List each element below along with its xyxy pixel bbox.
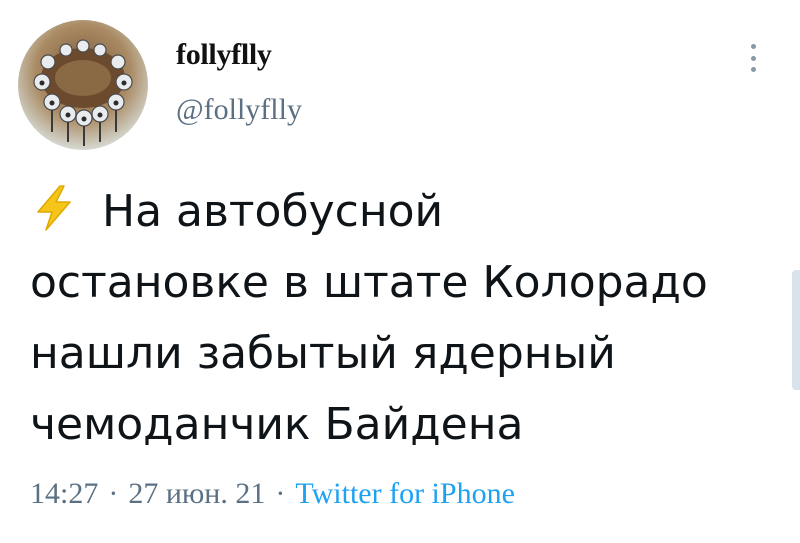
avatar[interactable] <box>18 20 148 150</box>
author-display-name[interactable]: follyflly <box>176 38 272 72</box>
tweet-line-text: На автобусной <box>102 186 444 237</box>
more-vertical-icon[interactable] <box>738 38 768 78</box>
lightning-bolt-icon <box>37 185 71 231</box>
author-handle[interactable]: @follyflly <box>176 93 302 127</box>
menu-dot <box>750 44 756 49</box>
tweet-line: На автобусной <box>30 176 780 247</box>
tweet-card: follyflly @follyflly На автобусной остан… <box>0 0 800 543</box>
source-link[interactable]: Twitter for iPhone <box>295 477 515 510</box>
avatar-image <box>18 20 148 150</box>
menu-dot <box>750 55 756 61</box>
scroll-edge <box>792 270 800 390</box>
tweet-meta: 14:27 · 27 июн. 21 · Twitter for iPhone <box>30 477 515 511</box>
tweet-time[interactable]: 14:27 <box>30 477 98 510</box>
tweet-date[interactable]: 27 июн. 21 <box>128 477 265 510</box>
tweet-text: На автобусной остановке в штате Колорадо… <box>30 176 780 460</box>
tweet-line: нашли забытый ядерный <box>30 328 616 379</box>
menu-dot <box>750 67 756 72</box>
tweet-line: остановке в штате Колорадо <box>30 257 708 308</box>
meta-separator: · <box>275 477 286 510</box>
tweet-line: чемоданчик Байдена <box>30 399 524 450</box>
meta-separator: · <box>108 477 119 510</box>
